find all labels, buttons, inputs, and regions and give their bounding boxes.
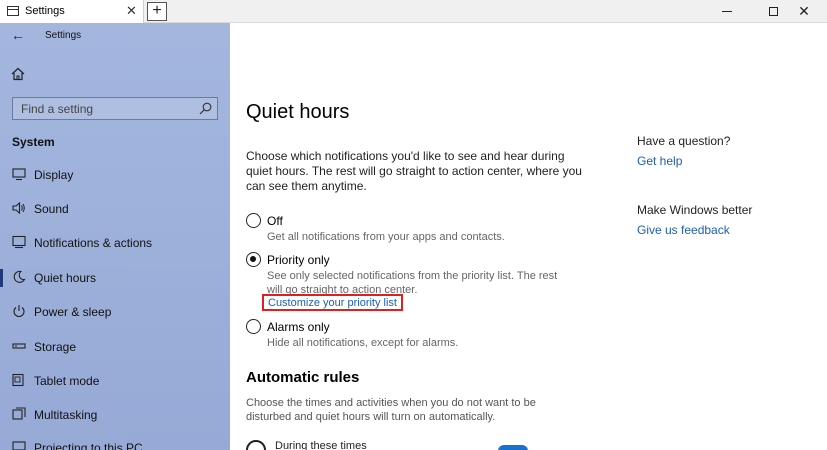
radio-label-off: Off <box>267 214 283 228</box>
automatic-rules-description: Choose the times and activities when you… <box>246 397 536 423</box>
sidebar-item-tablet-mode[interactable]: Tablet mode <box>0 364 230 398</box>
title-bar: Settings ✕ + ✕ <box>0 0 827 23</box>
notifications-icon <box>12 235 26 249</box>
sidebar-item-label: Multitasking <box>34 408 98 422</box>
help-question-heading: Have a question? <box>637 134 731 148</box>
radio-desc-alarms-only: Hide all notifications, except for alarm… <box>267 337 459 349</box>
sidebar-item-multitasking[interactable]: Multitasking <box>0 398 230 432</box>
sidebar-item-label: Notifications & actions <box>34 236 153 250</box>
close-button[interactable]: ✕ <box>781 0 827 23</box>
clock-icon <box>246 440 266 450</box>
minimize-icon <box>722 11 732 12</box>
give-feedback-link[interactable]: Give us feedback <box>637 223 730 237</box>
moon-icon <box>13 270 26 283</box>
sound-icon <box>12 201 25 215</box>
sidebar-item-storage[interactable]: Storage <box>0 330 230 364</box>
sidebar-item-display[interactable]: Display <box>0 158 230 192</box>
selection-indicator <box>0 269 3 287</box>
sidebar-item-label: Display <box>34 168 74 182</box>
sidebar-item-label: Power & sleep <box>34 305 112 319</box>
projecting-icon <box>12 441 26 450</box>
sidebar-title: Settings <box>45 30 82 41</box>
page-title: Quiet hours <box>246 101 350 123</box>
radio-label-priority-only: Priority only <box>267 253 330 267</box>
radio-label-alarms-only: Alarms only <box>267 320 330 334</box>
radio-desc-priority-only: See only selected notifications from the… <box>267 270 558 296</box>
during-these-times-label: During these times <box>275 440 367 450</box>
make-windows-better-heading: Make Windows better <box>637 203 753 217</box>
sidebar-item-label: Storage <box>34 340 77 354</box>
radio-button-alarms-only[interactable] <box>246 319 261 334</box>
new-tab-button[interactable]: + <box>147 2 167 21</box>
page-description: Choose which notifications you'd like to… <box>246 149 582 193</box>
during-these-times-toggle[interactable] <box>498 445 528 450</box>
maximize-icon <box>769 7 778 16</box>
automatic-rules-heading: Automatic rules <box>246 369 360 386</box>
customize-priority-list-link[interactable]: Customize your priority list <box>262 294 403 311</box>
get-help-link[interactable]: Get help <box>637 154 682 168</box>
back-arrow-icon[interactable]: ← <box>11 27 25 43</box>
multitasking-icon <box>12 407 26 420</box>
tab-close-icon[interactable]: ✕ <box>126 3 137 19</box>
main-content: Quiet hours Choose which notifications y… <box>230 23 827 450</box>
search-icon[interactable] <box>199 102 212 115</box>
home-icon[interactable] <box>11 67 25 81</box>
radio-desc-off: Get all notifications from your apps and… <box>267 231 505 243</box>
tablet-icon <box>12 373 24 387</box>
sidebar-item-projecting[interactable]: Projecting to this PC <box>0 431 230 450</box>
sidebar-item-sound[interactable]: Sound <box>0 192 230 226</box>
sidebar-item-quiet-hours[interactable]: Quiet hours <box>0 261 230 295</box>
sidebar-item-label: Tablet mode <box>34 374 100 388</box>
search-input[interactable] <box>13 98 193 119</box>
radio-button-off[interactable] <box>246 213 261 228</box>
tab-title: Settings <box>25 5 65 17</box>
minimize-button[interactable] <box>705 0 751 23</box>
close-icon: ✕ <box>798 3 810 19</box>
radio-button-priority-only[interactable] <box>246 252 261 267</box>
power-icon <box>13 305 25 318</box>
section-title: System <box>12 135 55 149</box>
display-icon <box>12 168 26 181</box>
sidebar-item-label: Projecting to this PC <box>34 441 143 450</box>
sidebar-item-notifications[interactable]: Notifications & actions <box>0 226 230 260</box>
sidebar-item-label: Sound <box>34 202 69 216</box>
sidebar-item-power-sleep[interactable]: Power & sleep <box>0 295 230 329</box>
settings-tab[interactable]: Settings ✕ <box>0 0 144 23</box>
search-box[interactable] <box>12 97 218 120</box>
sidebar-item-label: Quiet hours <box>34 271 97 285</box>
sidebar: ← Settings System Display Sound Notifica… <box>0 23 230 450</box>
window-icon <box>7 6 19 16</box>
storage-icon <box>12 343 26 349</box>
